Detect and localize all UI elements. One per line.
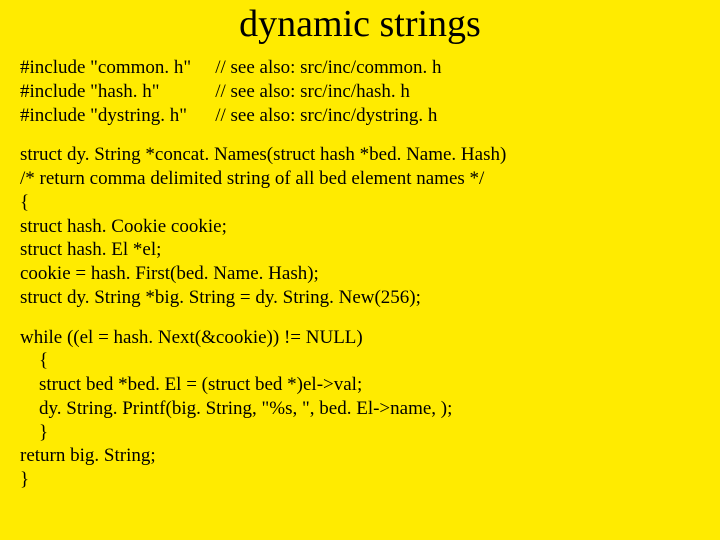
include-directive: #include "hash. h"	[20, 80, 191, 104]
include-comment: // see also: src/inc/common. h	[215, 56, 441, 80]
include-comment: // see also: src/inc/dystring. h	[215, 104, 441, 128]
slide-title: dynamic strings	[20, 2, 700, 46]
code-block-2: while ((el = hash. Next(&cookie)) != NUL…	[20, 326, 700, 492]
include-directive: #include "dystring. h"	[20, 104, 191, 128]
include-directive: #include "common. h"	[20, 56, 191, 80]
include-comment: // see also: src/inc/hash. h	[215, 80, 441, 104]
includes-block: #include "common. h" // see also: src/in…	[20, 56, 442, 127]
code-block-1: struct dy. String *concat. Names(struct …	[20, 143, 700, 309]
slide: dynamic strings #include "common. h" // …	[0, 0, 720, 540]
